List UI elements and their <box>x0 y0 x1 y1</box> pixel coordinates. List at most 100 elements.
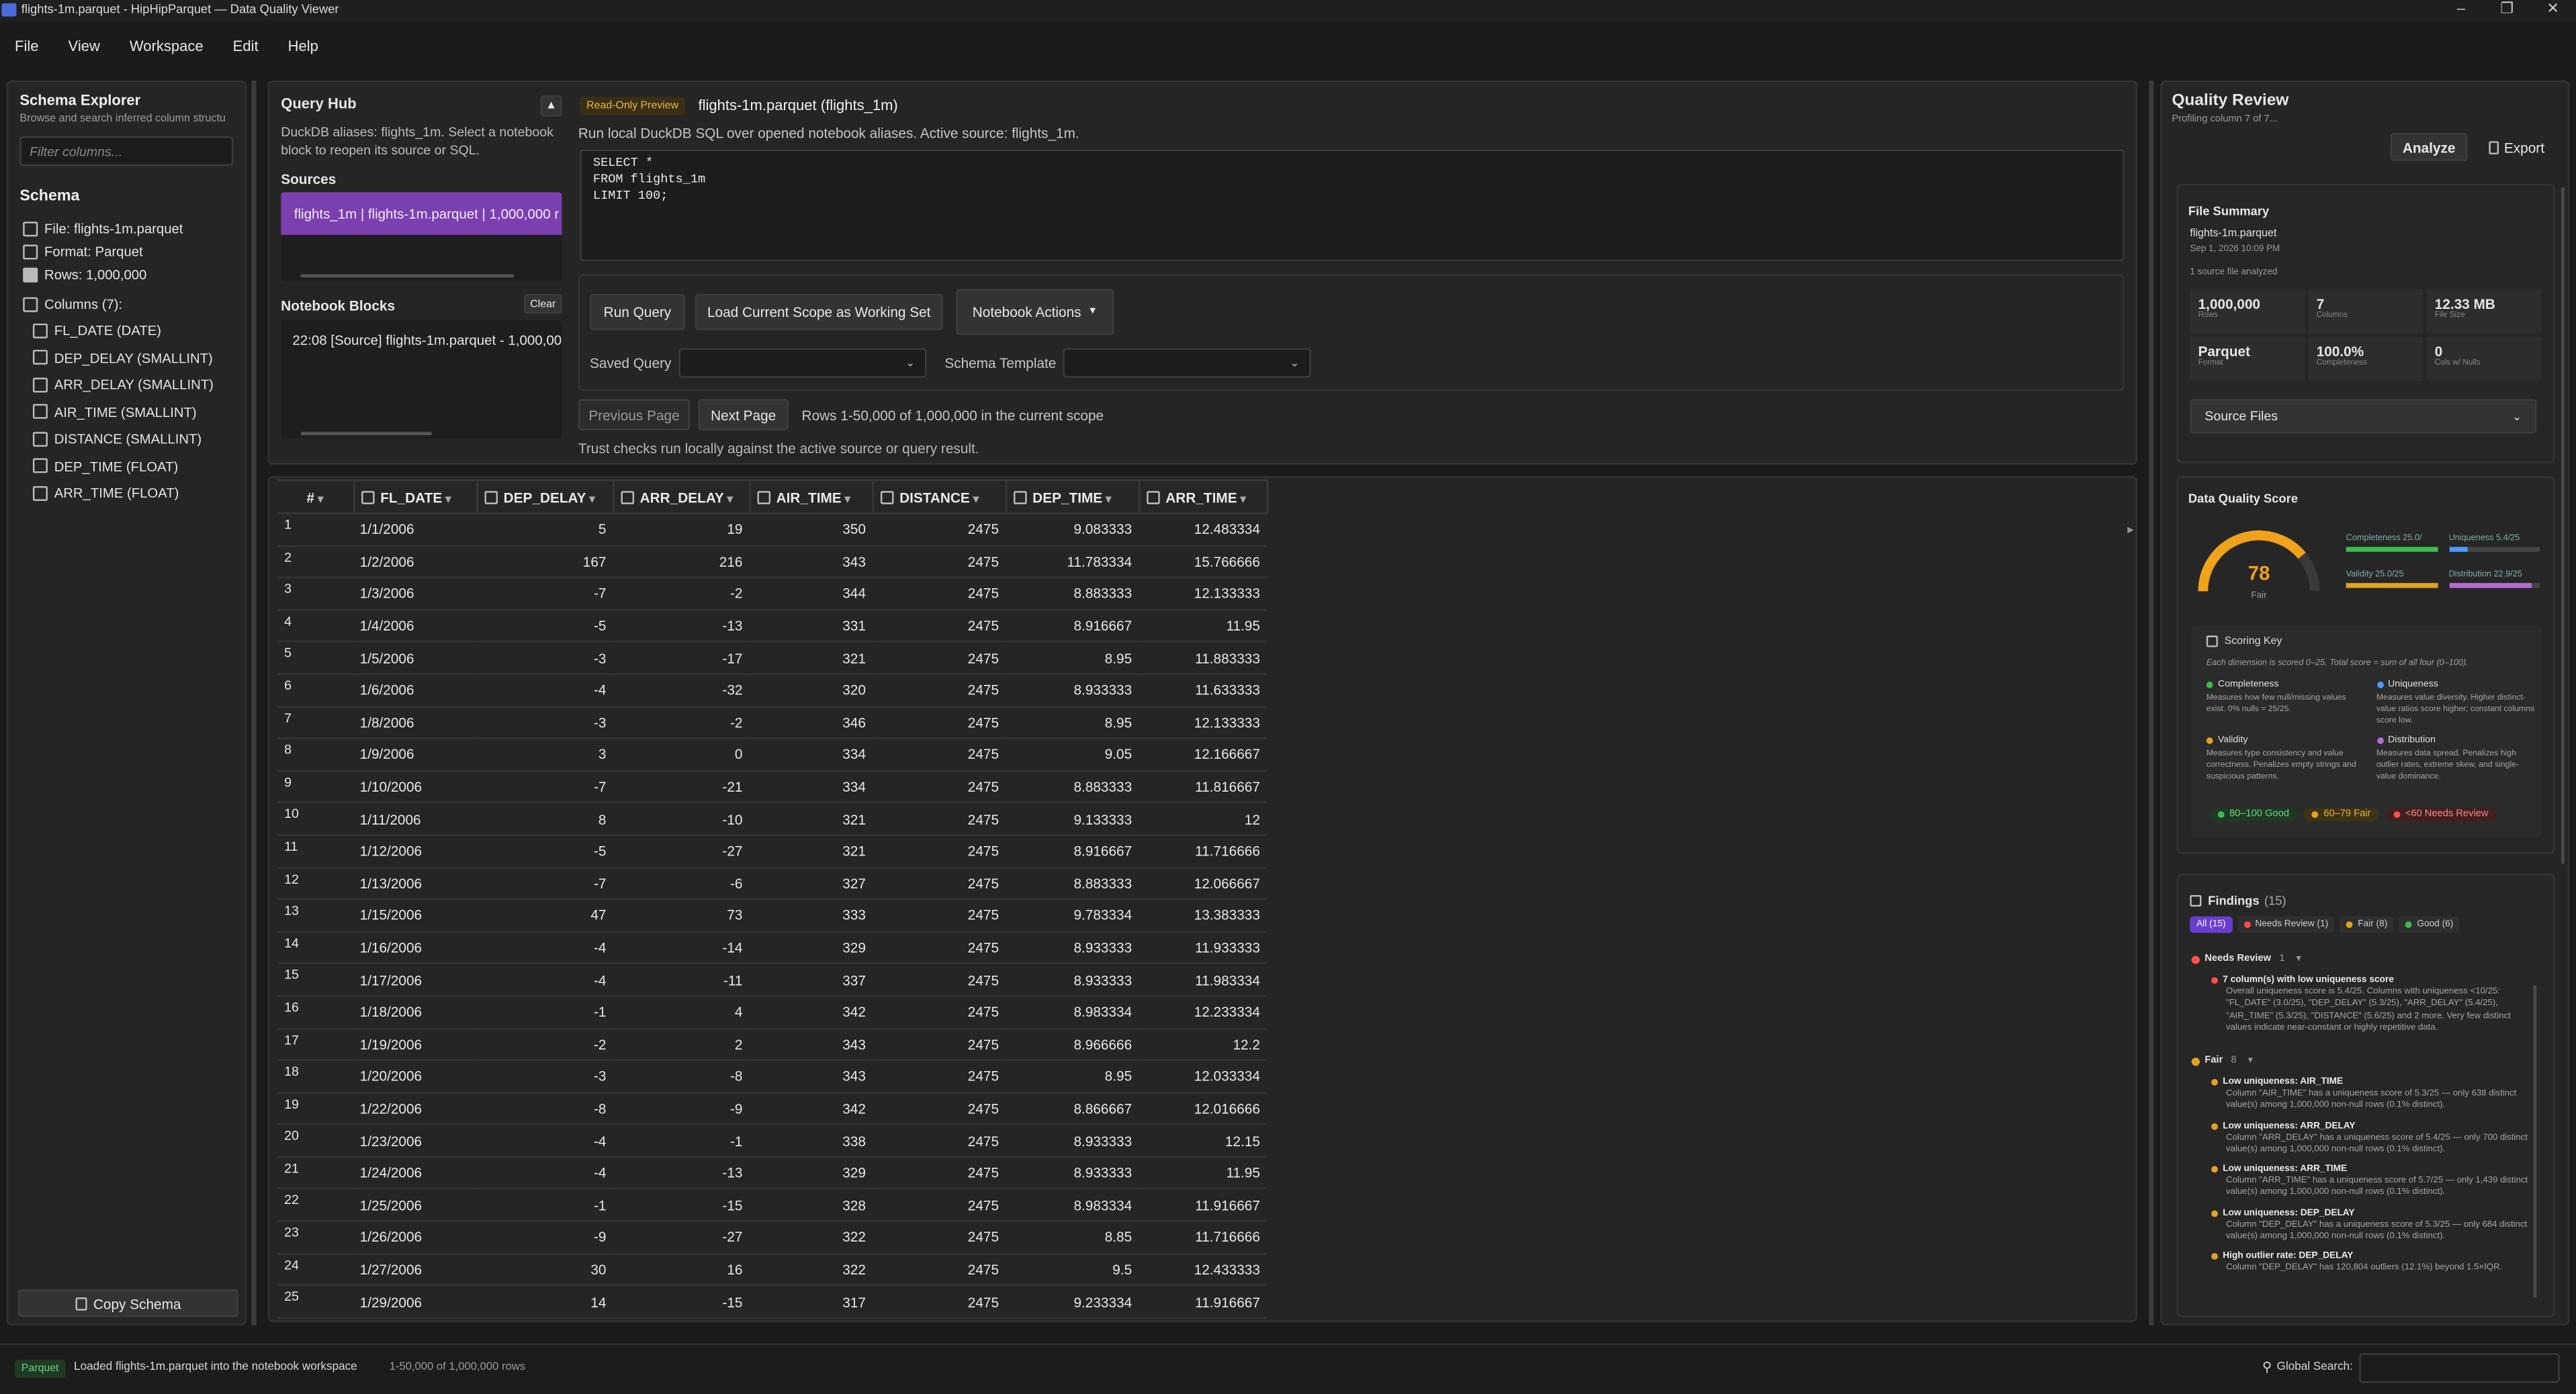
table-cell[interactable]: 1/10/2006 <box>353 770 477 804</box>
table-cell[interactable]: 1/24/2006 <box>353 1156 477 1190</box>
table-row[interactable]: 3 1/3/2006 -7 -2 344 2475 8.883333 12.133333 <box>277 577 1267 611</box>
table-cell[interactable]: 5 <box>476 513 613 547</box>
filter-good[interactable]: Good (6) <box>2399 916 2460 933</box>
table-cell[interactable]: 8.983334 <box>1005 996 1139 1029</box>
table-cell[interactable]: -2 <box>476 1028 613 1062</box>
right-scrollbar[interactable] <box>2561 187 2565 864</box>
table-cell[interactable]: 14 <box>476 1285 613 1319</box>
table-cell[interactable]: -1 <box>613 1124 750 1158</box>
table-cell[interactable]: 1/2/2006 <box>353 545 477 579</box>
table-row[interactable]: 25 1/29/2006 14 -15 317 2475 9.233334 11.916667 <box>277 1285 1267 1319</box>
table-cell[interactable]: 3 <box>476 738 613 772</box>
source-item[interactable]: flights_1m | flights-1m.parquet | 1,000,… <box>281 192 562 235</box>
schema-column-item[interactable]: ARR_DELAY (SMALLINT) <box>32 371 247 398</box>
table-cell[interactable]: 322 <box>749 1221 873 1254</box>
table-cell[interactable]: -6 <box>613 867 750 900</box>
table-cell[interactable]: 12.483334 <box>1138 513 1267 547</box>
table-cell[interactable]: 2475 <box>872 931 1006 965</box>
column-header[interactable]: DEP_TIME ▾ <box>1004 479 1140 514</box>
table-cell[interactable]: -2 <box>613 706 750 739</box>
table-cell[interactable]: 11.916667 <box>1138 1285 1267 1319</box>
column-header[interactable]: DEP_DELAY ▾ <box>476 479 614 514</box>
table-cell[interactable]: 2475 <box>872 577 1006 611</box>
run-query-button[interactable]: Run Query <box>590 293 685 330</box>
table-cell[interactable]: 9.05 <box>1005 738 1139 772</box>
sort-caret-icon[interactable]: ▾ <box>586 494 595 505</box>
menu-view[interactable]: View <box>69 38 100 54</box>
sort-caret-icon[interactable]: ▾ <box>1237 494 1246 505</box>
table-cell[interactable]: 331 <box>749 610 873 643</box>
table-cell[interactable]: 329 <box>749 1156 873 1190</box>
menu-edit[interactable]: Edit <box>233 38 259 54</box>
table-cell[interactable]: 11.816667 <box>1138 770 1267 804</box>
notebook-actions-button[interactable]: Notebook Actions ▼ <box>956 289 1114 335</box>
menu-help[interactable]: Help <box>288 38 318 54</box>
schema-column-item[interactable]: FL_DATE (DATE) <box>32 317 247 343</box>
table-cell[interactable]: 73 <box>613 899 750 933</box>
table-cell[interactable]: 2475 <box>872 899 1006 933</box>
minimize-icon[interactable]: – <box>2436 0 2485 16</box>
table-cell[interactable]: 12.033334 <box>1138 1060 1267 1094</box>
table-cell[interactable]: 8.95 <box>1005 706 1139 739</box>
column-header[interactable]: FL_DATE ▾ <box>352 479 478 514</box>
next-page-button[interactable]: Next Page <box>698 399 789 430</box>
table-cell[interactable]: 2475 <box>872 610 1006 643</box>
table-cell[interactable]: 167 <box>476 545 613 579</box>
table-cell[interactable]: 328 <box>749 1189 873 1222</box>
table-row[interactable]: 11 1/12/2006 -5 -27 321 2475 8.916667 11.716666 <box>277 835 1267 868</box>
table-cell[interactable]: 1/15/2006 <box>353 899 477 933</box>
table-cell[interactable]: 1/18/2006 <box>353 996 477 1029</box>
table-cell[interactable]: 321 <box>749 802 873 836</box>
finding-item[interactable]: Low uniqueness: ARR_DELAY Column "ARR_DEL… <box>2211 1121 2533 1156</box>
table-cell[interactable]: 327 <box>749 867 873 900</box>
table-cell[interactable]: 8.883333 <box>1005 770 1139 804</box>
table-cell[interactable]: 350 <box>749 513 873 547</box>
table-cell[interactable]: 1/29/2006 <box>353 1285 477 1319</box>
table-cell[interactable]: 342 <box>749 996 873 1029</box>
table-cell[interactable]: 2475 <box>872 1060 1006 1094</box>
finding-item[interactable]: 7 column(s) with low uniqueness score Ov… <box>2211 976 2533 1035</box>
group-fair[interactable]: Fair 8 ▼ <box>2191 1056 2254 1066</box>
column-header[interactable]: ARR_TIME ▾ <box>1137 479 1268 514</box>
table-row[interactable]: 16 1/18/2006 -1 4 342 2475 8.983334 12.233334 <box>277 996 1267 1029</box>
table-cell[interactable]: 320 <box>749 673 873 708</box>
table-cell[interactable]: 2475 <box>872 1156 1006 1190</box>
table-cell[interactable]: 2475 <box>872 1028 1006 1062</box>
sort-caret-icon[interactable]: ▾ <box>442 494 451 505</box>
saved-query-select[interactable]: ⌄ <box>678 348 927 378</box>
table-cell[interactable]: 1/12/2006 <box>353 835 477 868</box>
table-cell[interactable]: 9.5 <box>1005 1253 1139 1287</box>
table-row[interactable]: 7 1/8/2006 -3 -2 346 2475 8.95 12.133333 <box>277 706 1267 739</box>
table-cell[interactable]: 11.933333 <box>1138 931 1267 965</box>
table-row[interactable]: 14 1/16/2006 -4 -14 329 2475 8.933333 11.933333 <box>277 931 1267 965</box>
table-cell[interactable]: 8.916667 <box>1005 610 1139 643</box>
table-cell[interactable]: 11.95 <box>1138 1156 1267 1190</box>
table-cell[interactable]: 2475 <box>872 1189 1006 1222</box>
table-cell[interactable]: 2475 <box>872 513 1006 547</box>
table-cell[interactable]: -14 <box>613 931 750 965</box>
table-cell[interactable]: 1/16/2006 <box>353 931 477 965</box>
table-cell[interactable]: 2475 <box>872 1221 1006 1254</box>
table-cell[interactable]: -8 <box>476 1092 613 1126</box>
schema-column-item[interactable]: DEP_DELAY (SMALLINT) <box>32 344 247 370</box>
table-row[interactable]: 24 1/27/2006 30 16 322 2475 9.5 12.433333 <box>277 1253 1267 1287</box>
export-button[interactable]: Export <box>2476 133 2558 161</box>
right-splitter[interactable] <box>2149 80 2154 1326</box>
table-cell[interactable]: 11.716666 <box>1138 1221 1267 1254</box>
copy-schema-button[interactable]: Copy Schema <box>17 1289 238 1317</box>
findings-scrollbar[interactable] <box>2533 985 2537 1298</box>
table-cell[interactable]: 1/25/2006 <box>353 1189 477 1222</box>
table-cell[interactable]: 30 <box>476 1253 613 1287</box>
table-cell[interactable]: 337 <box>749 964 873 997</box>
table-cell[interactable]: 1/26/2006 <box>353 1221 477 1254</box>
column-header[interactable]: ARR_DELAY ▾ <box>612 479 750 514</box>
table-cell[interactable]: -1 <box>476 996 613 1029</box>
table-cell[interactable]: -9 <box>476 1221 613 1254</box>
table-cell[interactable]: -9 <box>613 1092 750 1126</box>
menu-file[interactable]: File <box>15 38 39 54</box>
table-cell[interactable]: 2475 <box>872 706 1006 739</box>
table-cell[interactable]: 1/8/2006 <box>353 706 477 739</box>
table-cell[interactable]: 9.233334 <box>1005 1285 1139 1319</box>
table-cell[interactable]: 2475 <box>872 1253 1006 1287</box>
column-header[interactable]: # ▾ <box>277 479 355 514</box>
